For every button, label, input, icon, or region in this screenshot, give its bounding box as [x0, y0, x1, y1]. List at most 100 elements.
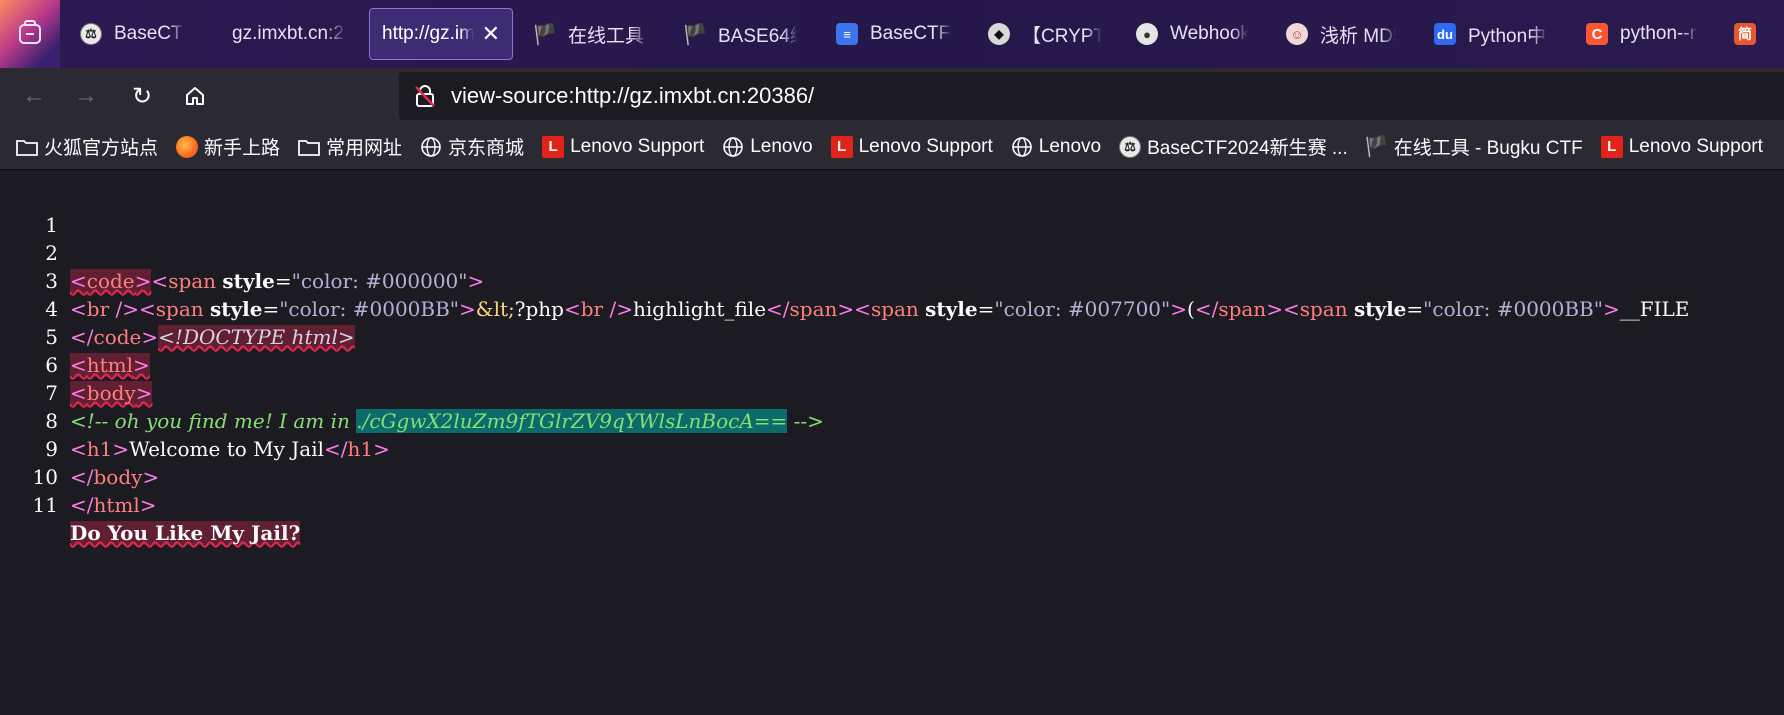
tab-label: 【CRYPTC — [1022, 25, 1102, 47]
tab-label: http://gz.im — [382, 23, 474, 44]
close-icon[interactable]: ✕ — [482, 23, 500, 45]
tag-name: html — [93, 493, 140, 517]
bookmark-label: Lenovo Support — [858, 135, 993, 157]
doc-icon: ≡ — [836, 23, 858, 45]
source-line: 8 <h1>Welcome to My Jail</h1> — [0, 379, 1784, 461]
tab-basectf-doc[interactable]: ≡ BaseCTF 2 — [824, 8, 964, 60]
bookmark-label: Lenovo — [750, 135, 813, 157]
source-line: 4 </code><!DOCTYPE html> — [0, 267, 1784, 349]
cat-icon: ◆ — [988, 23, 1010, 45]
home-icon — [186, 87, 204, 105]
home-button[interactable] — [179, 80, 211, 112]
tab-label: 在线工具 - — [568, 25, 648, 47]
url-text[interactable]: view-source:http://gz.imxbt.cn:20386/ — [451, 83, 814, 109]
view-source-content: 1 2 <code><span style="color: #000000"> … — [0, 171, 1784, 715]
lenovo-icon: L — [542, 135, 565, 158]
lenovo-icon: L — [830, 135, 853, 158]
bookmark-folder[interactable]: 常用网址 — [298, 133, 402, 160]
tab-webhook[interactable]: ● Webhook — [1124, 8, 1260, 60]
navigation-toolbar: ← → ↻ view-source:http://gz.imxbt.cn:203… — [0, 68, 1784, 124]
source-code: </html> — [70, 491, 157, 519]
globe-icon — [722, 136, 744, 158]
source-line: 5 <html> — [0, 295, 1784, 377]
arrow-right-icon: → — [74, 82, 98, 109]
webhook-icon: ● — [1136, 23, 1158, 45]
tag-bracket: </ — [70, 493, 94, 517]
bookmarks-toolbar: 火狐官方站点 新手上路 常用网址 京东商城 L Lenovo Support L… — [0, 124, 1784, 170]
tab-python-csdn[interactable]: C python--r — [1574, 8, 1710, 60]
flag-icon: 🏴 — [1364, 136, 1390, 158]
bookmark-label: 新手上路 — [204, 138, 281, 159]
tab-active-source[interactable]: http://gz.im ✕ — [369, 8, 513, 60]
tab-label: BaseCTF2 — [114, 23, 184, 44]
tab-online-tools[interactable]: 🏴 在线工具 - — [522, 8, 660, 60]
tab-python-baidu[interactable]: du Python中 — [1422, 8, 1560, 60]
source-line: 7 <!-- oh you find me! I am in ./cGgwX2l… — [0, 351, 1784, 433]
source-code: Do You Like My Jail? — [70, 519, 301, 547]
tab-jianshu[interactable]: 简 — [1722, 8, 1784, 60]
csdn-icon: C — [1586, 23, 1608, 45]
folder-icon — [298, 136, 320, 158]
reload-icon: ↻ — [131, 82, 153, 110]
bookmark-label: Lenovo Support — [1628, 135, 1763, 157]
back-button[interactable]: ← — [18, 80, 50, 112]
lenovo-icon: L — [1600, 135, 1623, 158]
tab-gz-imxbt[interactable]: gz.imxbt.cn:2 — [220, 8, 360, 60]
flag-icon: 🏴 — [532, 23, 558, 46]
firefox-icon — [176, 135, 199, 158]
bookmark-folder[interactable]: 火狐官方站点 — [16, 133, 158, 160]
bookmark-item[interactable]: ⚖ BaseCTF2024新生赛 ... — [1119, 133, 1348, 160]
tab-crypto[interactable]: ◆ 【CRYPTC — [976, 8, 1114, 60]
tab-label: BaseCTF 2 — [870, 23, 952, 44]
bookmark-item[interactable]: Lenovo — [722, 135, 813, 158]
folder-icon — [16, 136, 38, 158]
firefox-view-button[interactable] — [0, 0, 60, 68]
tab-label: python--r — [1620, 23, 1697, 44]
url-bar[interactable]: view-source:http://gz.imxbt.cn:20386/ — [399, 72, 1784, 120]
bookmark-label: 京东商城 — [448, 138, 525, 159]
baidu-icon: du — [1434, 23, 1456, 45]
bookmark-item[interactable]: L Lenovo Support — [542, 135, 705, 158]
basectf-icon: ⚖ — [80, 23, 102, 45]
bookmark-item[interactable]: L Lenovo Support — [1600, 135, 1763, 158]
tab-strip: ⚖ BaseCTF2 gz.imxbt.cn:2 http://gz.im ✕ … — [0, 0, 1784, 68]
bookmark-item[interactable]: 京东商城 — [420, 133, 524, 160]
bookmark-item[interactable]: 🏴 在线工具 - Bugku CTF — [1364, 133, 1583, 160]
globe-icon — [1011, 136, 1033, 158]
source-line: 11 Do You Like My Jail? — [0, 463, 1784, 545]
source-line: 6 <body> — [0, 323, 1784, 405]
insecure-lock-icon[interactable] — [411, 82, 439, 110]
line-number: 11 — [32, 493, 58, 517]
source-line: 10 </html> — [0, 435, 1784, 517]
jianshu-icon: 简 — [1734, 23, 1756, 45]
reload-button[interactable]: ↻ — [126, 80, 158, 112]
bookmark-item[interactable]: L Lenovo Support — [830, 135, 993, 158]
tab-label: Webhook — [1170, 23, 1248, 44]
tab-label: gz.imxbt.cn:2 — [232, 23, 344, 44]
tab-label: 浅析 MD5 — [1320, 25, 1396, 47]
bookmark-label: BaseCTF2024新生赛 ... — [1147, 138, 1348, 159]
source-line: 9 </body> — [0, 407, 1784, 489]
tab-base64[interactable]: 🏴 BASE64编 — [672, 8, 810, 60]
bookmark-label: 常用网址 — [326, 138, 403, 159]
bookmark-item[interactable]: 新手上路 — [176, 133, 280, 160]
basectf-icon: ⚖ — [1119, 135, 1142, 158]
source-line: 1 — [0, 183, 1784, 237]
forward-button[interactable]: → — [70, 80, 102, 112]
source-line: 2 <code><span style="color: #000000"> — [0, 211, 1784, 293]
tab-basectf[interactable]: ⚖ BaseCTF2 — [68, 8, 196, 60]
bookmark-label: Lenovo Support — [570, 135, 705, 157]
bookmark-label: 在线工具 - Bugku CTF — [1393, 138, 1583, 159]
globe-icon — [420, 136, 442, 158]
bookmark-label: 火狐官方站点 — [44, 138, 159, 159]
tab-label: Python中 — [1468, 25, 1547, 47]
trailing-text: Do You Like My Jail? — [70, 521, 301, 545]
bookmark-label: Lenovo — [1038, 135, 1102, 157]
bookmark-item[interactable]: Lenovo — [1011, 136, 1101, 158]
tab-label: BASE64编 — [718, 25, 798, 47]
anime-avatar-icon: ☺ — [1286, 23, 1308, 45]
tab-md5[interactable]: ☺ 浅析 MD5 — [1274, 8, 1408, 60]
arrow-left-icon: ← — [22, 82, 46, 109]
flag-icon: 🏴 — [682, 23, 708, 46]
firefox-view-icon — [19, 20, 41, 44]
